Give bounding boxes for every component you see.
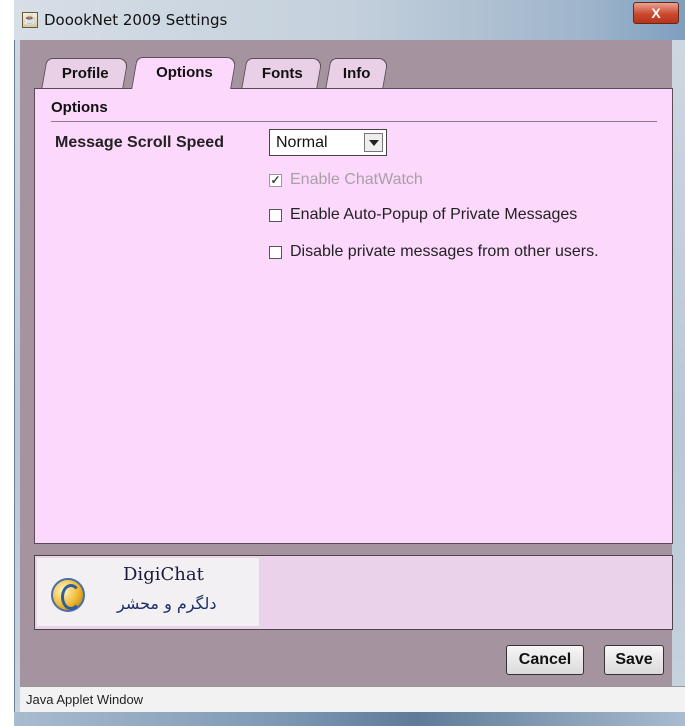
scroll-speed-label: Message Scroll Speed: [55, 134, 224, 151]
disable-private-messages-checkbox[interactable]: [269, 246, 282, 259]
tab-fonts-label: Fonts: [261, 65, 303, 82]
title-bar[interactable]: ☕ DoookNet 2009 Settings X: [14, 0, 685, 40]
enable-chatwatch-checkbox: ✓: [269, 173, 282, 187]
java-applet-icon: ☕: [22, 12, 38, 28]
options-panel: Options Message Scroll Speed Normal ✓ En…: [34, 88, 673, 544]
digichat-logo-icon: [51, 578, 85, 612]
tab-profile[interactable]: Profile: [41, 58, 129, 88]
close-button[interactable]: X: [633, 2, 679, 24]
section-title: Options: [51, 99, 108, 116]
logo-panel: DigiChat دلگرم و محشر: [34, 555, 673, 630]
chevron-down-icon[interactable]: [364, 133, 383, 152]
tab-info-label: Info: [343, 65, 371, 82]
enable-chatwatch-label: Enable ChatWatch: [290, 171, 423, 188]
status-bar: Java Applet Window: [20, 686, 685, 712]
logo-title: DigiChat: [123, 564, 204, 585]
section-divider: [51, 121, 657, 122]
auto-popup-checkbox[interactable]: [269, 209, 282, 222]
save-button[interactable]: Save: [604, 645, 664, 675]
auto-popup-label[interactable]: Enable Auto-Popup of Private Messages: [290, 206, 577, 224]
cancel-button[interactable]: Cancel: [506, 645, 584, 675]
window-bottom-border: [14, 712, 685, 726]
tab-options-label: Options: [155, 64, 213, 81]
scroll-speed-value: Normal: [276, 134, 328, 151]
digichat-logo: DigiChat دلگرم و محشر: [37, 558, 259, 626]
tab-info[interactable]: Info: [325, 58, 389, 88]
tab-options[interactable]: Options: [131, 57, 237, 89]
window-title: DoookNet 2009 Settings: [44, 11, 228, 29]
tab-profile-label: Profile: [61, 65, 109, 82]
tab-fonts[interactable]: Fonts: [241, 58, 323, 88]
disable-private-messages-label[interactable]: Disable private messages from other user…: [290, 243, 599, 261]
status-text: Java Applet Window: [26, 692, 144, 707]
scroll-speed-select[interactable]: Normal: [269, 129, 387, 156]
logo-subtitle: دلگرم و محشر: [117, 594, 217, 613]
